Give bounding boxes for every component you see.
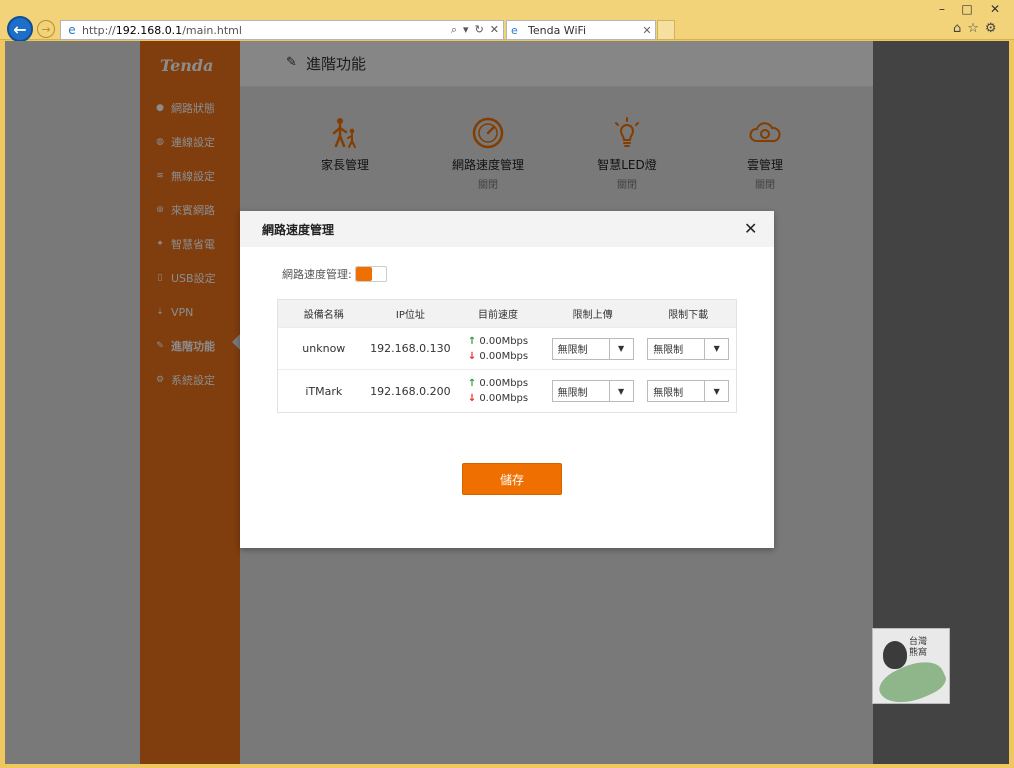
home-icon[interactable]: ⌂ xyxy=(953,21,961,36)
ie-favicon-icon: e xyxy=(511,23,518,37)
new-tab-button[interactable] xyxy=(657,20,675,40)
refresh-icon[interactable]: ↻ xyxy=(475,23,484,37)
arrow-down-icon: ↓ xyxy=(467,350,477,362)
watermark-logo: 台灣 熊窩 xyxy=(872,628,950,714)
download-limit-select[interactable]: 無限制 ▼ xyxy=(647,380,730,402)
back-icon[interactable]: ← xyxy=(7,16,33,42)
chevron-down-icon[interactable]: ▼ xyxy=(704,381,728,401)
dialog-title: 網路速度管理 xyxy=(262,223,335,237)
window-close-button[interactable]: ✕ xyxy=(980,0,1010,18)
address-url[interactable]: http://192.168.0.1/main.html xyxy=(82,24,451,37)
download-speed: ↓ 0.00Mbps xyxy=(467,393,529,404)
bear-icon xyxy=(883,641,907,669)
ip-address: 192.168.0.200 xyxy=(370,384,451,398)
forward-icon[interactable]: → xyxy=(37,20,55,38)
device-name: unknow xyxy=(302,342,346,355)
tab-close-icon[interactable]: ✕ xyxy=(639,24,655,37)
search-icon[interactable]: ⌕ xyxy=(451,23,457,37)
favorites-icon[interactable]: ☆ xyxy=(967,21,979,36)
toggle-label: 網路速度管理: xyxy=(282,268,352,281)
arrow-up-icon: ↑ xyxy=(467,335,477,347)
speed-control-dialog: 網路速度管理 ✕ 網路速度管理: 設備名稱 IP位址 目前速度 限制上傳 限制下… xyxy=(240,211,774,548)
ie-favicon-icon: e xyxy=(68,23,76,37)
column-header: 限制上傳 xyxy=(572,310,613,321)
column-header: IP位址 xyxy=(395,310,425,321)
table-row: iTMark 192.168.0.200 ↑ 0.00Mbps ↓ 0.00Mbps… xyxy=(278,370,736,412)
dropdown-icon[interactable]: ▾ xyxy=(463,23,469,37)
arrow-down-icon: ↓ xyxy=(467,393,477,404)
ip-address: 192.168.0.130 xyxy=(370,342,451,355)
upload-speed: ↑ 0.00Mbps xyxy=(467,378,529,389)
upload-limit-select[interactable]: 無限制 ▼ xyxy=(551,337,634,360)
settings-icon[interactable]: ⚙ xyxy=(985,21,997,36)
minimize-button[interactable]: – xyxy=(930,0,954,18)
browser-tab[interactable]: e Tenda WiFi ✕ xyxy=(506,20,656,40)
maximize-button[interactable]: □ xyxy=(955,0,979,18)
browser-chrome: – □ ✕ ← → e http://192.168.0.1/main.html… xyxy=(0,0,1014,42)
chevron-down-icon[interactable]: ▼ xyxy=(608,381,633,401)
column-header: 設備名稱 xyxy=(303,310,344,321)
upload-limit-select[interactable]: 無限制 ▼ xyxy=(551,380,634,402)
table-header: 設備名稱 IP位址 目前速度 限制上傳 限制下載 xyxy=(278,300,736,328)
speed-control-toggle[interactable] xyxy=(354,266,387,282)
upload-speed: ↑ 0.00Mbps xyxy=(467,335,529,347)
tab-title: Tenda WiFi xyxy=(528,23,587,37)
chevron-down-icon[interactable]: ▼ xyxy=(608,338,633,359)
current-speed: ↑ 0.00Mbps ↓ 0.00Mbps xyxy=(451,376,545,406)
arrow-up-icon: ↑ xyxy=(467,378,477,389)
speed-control-toggle-row: 網路速度管理: xyxy=(282,266,387,282)
column-header: 目前速度 xyxy=(478,310,519,321)
download-speed: ↓ 0.00Mbps xyxy=(467,350,529,362)
dialog-header: 網路速度管理 ✕ xyxy=(240,211,774,247)
device-table: 設備名稱 IP位址 目前速度 限制上傳 限制下載 unknow 192.168.… xyxy=(277,299,737,413)
current-speed: ↑ 0.00Mbps ↓ 0.00Mbps xyxy=(451,334,545,364)
save-button[interactable]: 儲存 xyxy=(462,463,562,495)
address-bar[interactable]: e http://192.168.0.1/main.html ⌕ ▾ ↻ ✕ xyxy=(60,20,504,40)
close-icon[interactable]: ✕ xyxy=(490,23,499,37)
download-limit-select[interactable]: 無限制 ▼ xyxy=(647,337,730,360)
table-row: unknow 192.168.0.130 ↑ 0.00Mbps ↓ 0.00Mbps… xyxy=(278,328,736,370)
device-name: iTMark xyxy=(305,384,343,398)
close-icon[interactable]: ✕ xyxy=(744,221,757,237)
column-header: 限制下載 xyxy=(668,310,709,321)
chevron-down-icon[interactable]: ▼ xyxy=(704,338,728,359)
